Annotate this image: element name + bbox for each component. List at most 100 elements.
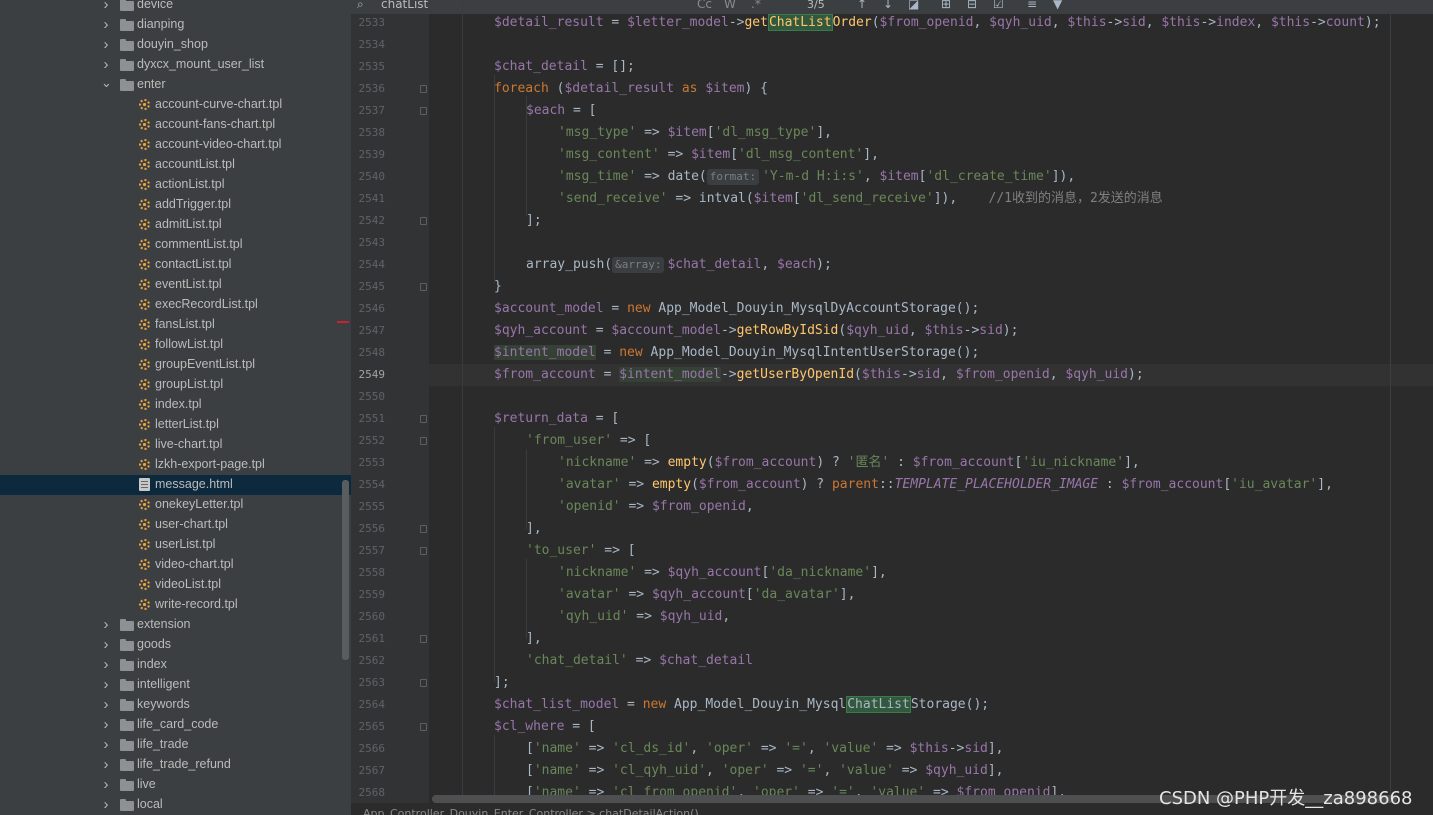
code-line[interactable]: 'chat_detail' => $chat_detail [526, 650, 753, 672]
tree-file[interactable]: account-video-chart.tpl [0, 135, 351, 155]
tree-file[interactable]: addTrigger.tpl [0, 195, 351, 215]
fold-marker-icon[interactable] [420, 525, 427, 533]
tree-file[interactable]: live-chart.tpl [0, 435, 351, 455]
tree-folder[interactable]: ⌄ enter [0, 75, 351, 95]
code-line[interactable]: 'avatar' => $qyh_account['da_avatar'], [558, 584, 855, 606]
chevron-right-icon[interactable]: › [101, 656, 111, 673]
tree-file[interactable]: videoList.tpl [0, 575, 351, 595]
code-line[interactable]: $account_model = new App_Model_Douyin_My… [494, 298, 979, 320]
code-line[interactable]: ], [526, 518, 542, 540]
code-line[interactable]: 'msg_time' => date(format: 'Y-m-d H:i:s',… [558, 166, 1075, 188]
open-in-window-icon[interactable]: ◪ [908, 0, 919, 11]
fold-marker-icon[interactable] [420, 437, 427, 445]
chevron-right-icon[interactable]: › [101, 56, 111, 73]
code-line[interactable]: $detail_result = $letter_model->getChatL… [494, 12, 1381, 34]
tree-file[interactable]: groupList.tpl [0, 375, 351, 395]
code-line[interactable]: 'to_user' => [ [526, 540, 636, 562]
chevron-right-icon[interactable]: › [101, 36, 111, 53]
code-line[interactable]: ['name' => 'cl_qyh_uid', 'oper' => '=', … [526, 760, 1004, 782]
code-line[interactable]: 'from_user' => [ [526, 430, 651, 452]
code-line[interactable]: 'avatar' => empty($from_account) ? paren… [558, 474, 1333, 496]
tree-folder[interactable]: › keywords [0, 695, 351, 715]
search-input[interactable]: chatList [381, 0, 428, 11]
chevron-right-icon[interactable]: › [101, 696, 111, 713]
code-line[interactable]: ]; [526, 210, 542, 232]
search-icon[interactable]: ⌕ [357, 0, 364, 12]
chevron-right-icon[interactable]: › [101, 636, 111, 653]
tree-file[interactable]: letterList.tpl [0, 415, 351, 435]
tree-file[interactable]: accountList.tpl [0, 155, 351, 175]
code-line[interactable]: ]; [494, 672, 510, 694]
tree-folder[interactable]: › device [0, 0, 351, 15]
fold-marker-icon[interactable] [420, 283, 427, 291]
code-line[interactable]: ['name' => 'cl_ds_id', 'oper' => '=', 'v… [526, 738, 1004, 760]
tree-folder[interactable]: › life_trade [0, 735, 351, 755]
code-line[interactable]: $chat_detail = []; [494, 56, 635, 78]
tree-file[interactable]: commentList.tpl [0, 235, 351, 255]
fold-marker-icon[interactable] [420, 107, 427, 115]
tree-file[interactable]: onekeyLetter.tpl [0, 495, 351, 515]
tree-folder[interactable]: › intelligent [0, 675, 351, 695]
tree-file[interactable]: execRecordList.tpl [0, 295, 351, 315]
code-line[interactable]: $each = [ [526, 100, 596, 122]
tree-file[interactable]: account-fans-chart.tpl [0, 115, 351, 135]
chevron-right-icon[interactable]: › [101, 616, 111, 633]
code-line[interactable]: $from_account = $intent_model->getUserBy… [494, 364, 1144, 386]
tree-file[interactable]: video-chart.tpl [0, 555, 351, 575]
tree-file[interactable]: user-chart.tpl [0, 515, 351, 535]
words-toggle[interactable]: W [724, 0, 736, 11]
tree-folder[interactable]: › live [0, 775, 351, 795]
tree-folder[interactable]: › goods [0, 635, 351, 655]
tree-file[interactable]: contactList.tpl [0, 255, 351, 275]
code-line[interactable]: 'qyh_uid' => $qyh_uid, [558, 606, 730, 628]
chevron-right-icon[interactable]: › [101, 676, 111, 693]
code-line[interactable]: 'msg_type' => $item['dl_msg_type'], [558, 122, 832, 144]
chevron-right-icon[interactable]: › [101, 776, 111, 793]
chevron-right-icon[interactable]: › [101, 716, 111, 733]
previous-occurrence-icon[interactable]: ↑ [857, 0, 867, 11]
select-all-occurrences-icon[interactable]: ☑ [993, 0, 1004, 11]
tree-folder[interactable]: › dianping [0, 15, 351, 35]
tree-file[interactable]: groupEventList.tpl [0, 355, 351, 375]
code-line[interactable]: 'nickname' => $qyh_account['da_nickname'… [558, 562, 887, 584]
add-selection-icon[interactable]: ⊞ [941, 0, 951, 11]
next-occurrence-icon[interactable]: ↓ [883, 0, 893, 11]
fold-marker-icon[interactable] [420, 415, 427, 423]
tree-folder[interactable]: › index [0, 655, 351, 675]
fold-marker-icon[interactable] [420, 723, 427, 731]
code-line[interactable]: $return_data = [ [494, 408, 619, 430]
project-tree-scrollbar[interactable] [342, 480, 349, 660]
tree-file[interactable]: eventList.tpl [0, 275, 351, 295]
fold-marker-icon[interactable] [420, 635, 427, 643]
code-line[interactable]: $qyh_account = $account_model->getRowByI… [494, 320, 1018, 342]
fold-marker-icon[interactable] [420, 679, 427, 687]
tree-folder[interactable]: › extension [0, 615, 351, 635]
tree-file[interactable]: write-record.tpl [0, 595, 351, 615]
code-line[interactable]: 'msg_content' => $item['dl_msg_content']… [558, 144, 879, 166]
chevron-down-icon[interactable]: ⌄ [101, 75, 112, 91]
regex-toggle[interactable]: .* [751, 0, 761, 11]
filter-options-icon[interactable]: ≡ [1027, 0, 1037, 11]
tree-file[interactable]: lzkh-export-page.tpl [0, 455, 351, 475]
tree-folder[interactable]: › life_card_code [0, 715, 351, 735]
tree-folder[interactable]: › local [0, 795, 351, 815]
code-line[interactable]: foreach ($detail_result as $item) { [494, 78, 768, 100]
breadcrumb[interactable]: App_Controller_Douyin_Enter_Controller >… [363, 807, 699, 815]
code-line[interactable]: 'nickname' => empty($from_account) ? '匿名… [558, 452, 1140, 474]
code-line[interactable]: 'send_receive' => intval($item['dl_send_… [558, 188, 1163, 210]
match-case-toggle[interactable]: Cc [697, 0, 712, 11]
tree-file[interactable]: followList.tpl [0, 335, 351, 355]
code-line[interactable]: array_push(&array: $chat_detail, $each); [526, 254, 832, 276]
code-line[interactable]: $chat_list_model = new App_Model_Douyin_… [494, 694, 989, 716]
chevron-right-icon[interactable]: › [101, 736, 111, 753]
tree-file[interactable]: message.html [0, 475, 351, 495]
tree-folder[interactable]: › life_trade_refund [0, 755, 351, 775]
code-line[interactable]: } [494, 276, 502, 298]
code-line[interactable]: $cl_where = [ [494, 716, 596, 738]
code-line[interactable]: ], [526, 628, 542, 650]
tree-file[interactable]: account-curve-chart.tpl [0, 95, 351, 115]
tree-folder[interactable]: › douyin_shop [0, 35, 351, 55]
tree-file[interactable]: admitList.tpl [0, 215, 351, 235]
code-line[interactable]: 'openid' => $from_openid, [558, 496, 754, 518]
fold-marker-icon[interactable] [420, 85, 427, 93]
